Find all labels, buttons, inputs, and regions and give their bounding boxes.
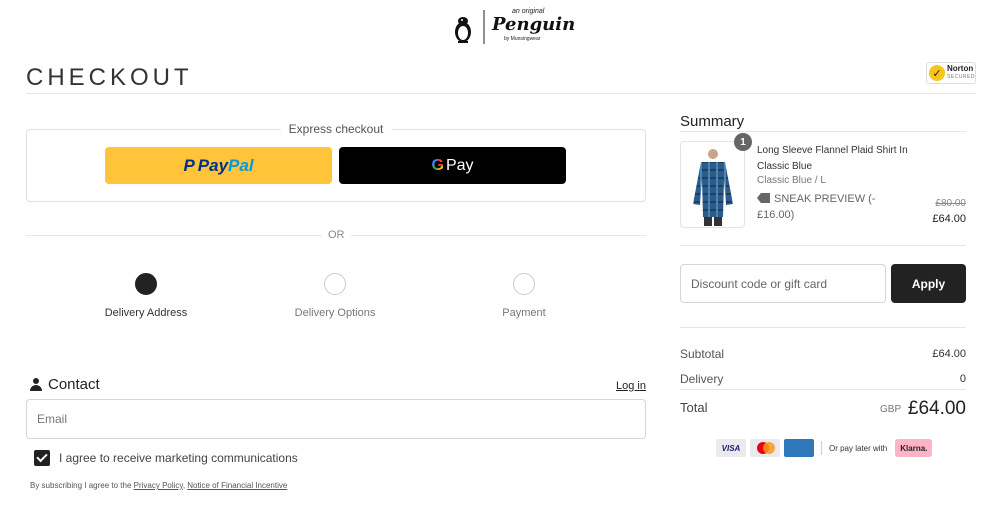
summary-title: Summary: [680, 113, 745, 130]
visa-icon: VISA: [716, 439, 746, 457]
product-name: Long Sleeve Flannel Plaid Shirt In Class…: [757, 145, 908, 172]
paypal-label-pay: Pay: [197, 155, 229, 175]
product-variant: Classic Blue / L: [757, 175, 826, 186]
header-divider: [26, 93, 976, 94]
step-payment: Payment: [464, 273, 584, 319]
total-currency: GBP: [880, 404, 902, 415]
norton-label: Norton: [947, 64, 974, 73]
mastercard-icon: [750, 439, 780, 457]
fineprint-text: By subscribing I agree to the: [30, 481, 132, 490]
express-checkout-panel: Express checkout P Pay Pal G Pay: [26, 122, 646, 202]
quantity-badge: 1: [734, 133, 752, 151]
apply-button[interactable]: Apply: [891, 264, 966, 303]
contact-heading: Contact: [30, 376, 100, 393]
summary-divider: [680, 245, 966, 246]
amex-icon: [784, 439, 814, 457]
marketing-checkbox-label: I agree to receive marketing communicati…: [59, 451, 298, 465]
payment-separator: [821, 441, 822, 455]
google-g-icon: G: [431, 156, 444, 174]
paypal-label-pal: Pal: [228, 155, 254, 175]
logo-wordmark: Penguin: [492, 14, 576, 35]
sale-price: £64.00: [932, 213, 966, 225]
step-indicator-active: [135, 273, 157, 295]
login-link[interactable]: Log in: [616, 380, 646, 392]
norton-sub: SECURED: [947, 74, 975, 80]
paypal-button[interactable]: P Pay Pal: [105, 147, 332, 184]
subtotal-value: £64.00: [932, 348, 966, 360]
step-label: Payment: [502, 307, 546, 319]
checkmark-icon: ✓: [929, 65, 945, 81]
delivery-value: 0: [959, 373, 966, 385]
step-indicator: [324, 273, 346, 295]
payment-methods: VISA Or pay later with Klarna.: [716, 439, 933, 457]
financial-incentive-link[interactable]: Notice of Financial Incentive: [187, 481, 287, 490]
delivery-label: Delivery: [680, 372, 724, 386]
original-price: £80.00: [935, 198, 966, 209]
subtotal-label: Subtotal: [680, 347, 725, 361]
marketing-checkbox[interactable]: [34, 450, 50, 466]
shirt-icon: [693, 149, 733, 226]
discount-tag-label: SNEAK PREVIEW (-£16.00): [757, 193, 876, 221]
discount-code-input[interactable]: [680, 264, 886, 303]
total-value: £64.00: [907, 398, 966, 419]
step-label: Delivery Options: [294, 307, 376, 319]
step-label: Delivery Address: [104, 307, 188, 319]
product-image: [680, 141, 745, 228]
summary-divider: [680, 131, 966, 132]
step-delivery-options: Delivery Options: [275, 273, 395, 319]
email-field[interactable]: [26, 399, 646, 439]
page-title: CHECKOUT: [26, 64, 193, 91]
tag-icon: [757, 193, 770, 203]
penguin-logo[interactable]: an original Penguin by Munsingwear: [450, 8, 575, 46]
or-text: OR: [322, 229, 351, 241]
summary-divider: [680, 327, 966, 328]
step-indicator: [513, 273, 535, 295]
summary-divider: [680, 389, 966, 390]
discount-tag: SNEAK PREVIEW (-£16.00): [757, 191, 897, 223]
norton-secured-badge: ✓ Norton SECURED: [926, 62, 976, 84]
person-icon: [30, 378, 42, 391]
pay-later-label: Or pay later with: [829, 443, 888, 453]
privacy-policy-link[interactable]: Privacy Policy: [134, 481, 183, 490]
subscription-fineprint: By subscribing I agree to the Privacy Po…: [30, 481, 288, 490]
google-pay-button[interactable]: G Pay: [339, 147, 566, 184]
contact-title: Contact: [48, 376, 100, 393]
gpay-label: Pay: [445, 156, 474, 174]
step-delivery-address[interactable]: Delivery Address: [86, 273, 206, 319]
total-label: Total: [680, 400, 708, 415]
express-checkout-label: Express checkout: [280, 122, 392, 136]
klarna-badge: Klarna.: [895, 439, 933, 457]
logo-by: by Munsingwear: [504, 36, 541, 42]
paypal-icon: P: [183, 155, 195, 175]
